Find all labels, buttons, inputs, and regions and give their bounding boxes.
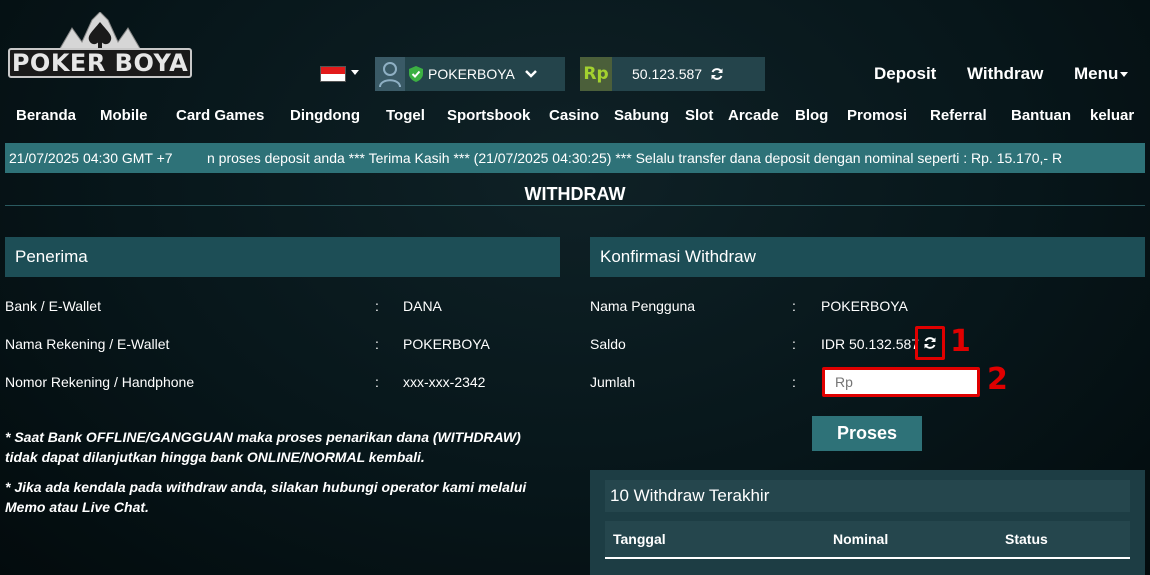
account-name-colon: : [375, 336, 379, 352]
language-dropdown-caret-icon[interactable] [351, 70, 359, 75]
annotation-marker-1: 1 [950, 324, 971, 359]
withdraw-amount-input[interactable] [822, 367, 980, 397]
withdraw-link[interactable]: Withdraw [967, 64, 1043, 84]
menu-label: Menu [1074, 64, 1119, 83]
nav-item-mobile[interactable]: Mobile [100, 107, 148, 124]
nav-item-sportsbook[interactable]: Sportsbook [447, 107, 530, 124]
saldo-colon: : [792, 336, 796, 352]
nav-item-bantuan[interactable]: Bantuan [1011, 107, 1071, 124]
page-title: WITHDRAW [524, 184, 626, 204]
rp-currency-icon: Rp [580, 57, 612, 91]
user-avatar-icon [375, 57, 405, 91]
bank-colon: : [375, 298, 379, 314]
nav-item-dingdong[interactable]: Dingdong [290, 107, 360, 124]
server-time: 21/07/2025 04:30 GMT +7 [9, 150, 173, 166]
username-row-colon: : [792, 298, 796, 314]
nav-item-arcade[interactable]: Arcade [728, 107, 779, 124]
logo-text: POKER BOYA [8, 48, 192, 78]
saldo-label: Saldo [590, 336, 626, 352]
refresh-saldo-button[interactable] [915, 326, 945, 360]
main-navigation: Beranda Mobile Card Games Dingdong Togel… [0, 107, 1150, 127]
username-row-value: POKERBOYA [821, 298, 908, 314]
refresh-icon [924, 337, 936, 349]
account-number-value: xxx-xxx-2342 [403, 374, 486, 390]
nav-item-casino[interactable]: Casino [549, 107, 599, 124]
jumlah-label: Jumlah [590, 374, 636, 390]
language-flag-indonesia[interactable] [320, 66, 346, 82]
annotation-marker-2: 2 [987, 362, 1008, 397]
verified-shield-icon [409, 66, 423, 82]
nav-item-blog[interactable]: Blog [795, 107, 828, 124]
username-label: POKERBOYA [428, 66, 515, 82]
withdraw-history-table-header: Tanggal Nominal Status [605, 521, 1130, 559]
deposit-link[interactable]: Deposit [874, 64, 936, 84]
bank-value: DANA [403, 298, 442, 314]
column-tanggal: Tanggal [613, 531, 666, 547]
account-name-value: POKERBOYA [403, 336, 490, 352]
account-name-label: Nama Rekening / E-Wallet [5, 336, 170, 352]
account-number-label: Nomor Rekening / Handphone [5, 374, 195, 390]
column-status: Status [1005, 531, 1048, 547]
proses-button[interactable]: Proses [812, 416, 922, 451]
title-divider [5, 205, 1145, 206]
username-row-label: Nama Pengguna [590, 298, 696, 314]
nav-item-referral[interactable]: Referral [930, 107, 987, 124]
account-number-colon: : [375, 374, 379, 390]
bank-offline-note: * Saat Bank OFFLINE/GANGGUAN maka proses… [5, 429, 521, 465]
penerima-panel-title: Penerima [5, 237, 560, 277]
column-nominal: Nominal [833, 531, 889, 547]
menu-caret-icon [1120, 72, 1129, 78]
user-account-dropdown[interactable]: POKERBOYA [375, 57, 565, 91]
menu-dropdown[interactable]: Menu [1074, 64, 1129, 84]
balance-amount: 50.123.587 [632, 66, 703, 82]
withdraw-history-panel: 10 Withdraw Terakhir Tanggal Nominal Sta… [590, 470, 1145, 575]
contact-operator-note: * Jika ada kendala pada withdraw anda, s… [5, 479, 527, 515]
withdraw-history-title: 10 Withdraw Terakhir [605, 480, 1130, 512]
announcement-text: n proses deposit anda *** Terima Kasih *… [207, 150, 1063, 166]
bank-label: Bank / E-Wallet [5, 298, 101, 314]
nav-item-sabung[interactable]: Sabung [614, 107, 669, 124]
refresh-balance-icon[interactable] [710, 67, 724, 81]
nav-item-card-games[interactable]: Card Games [176, 107, 264, 124]
saldo-value: IDR 50.132.587 [821, 336, 920, 352]
spade-crown-icon [58, 12, 142, 52]
balance-display: Rp 50.123.587 [580, 57, 765, 91]
konfirmasi-panel-title: Konfirmasi Withdraw [590, 237, 1145, 277]
jumlah-colon: : [792, 374, 796, 390]
nav-item-promosi[interactable]: Promosi [847, 107, 907, 124]
announcement-marquee: 21/07/2025 04:30 GMT +7 n proses deposit… [5, 143, 1145, 173]
poker-boya-logo[interactable]: POKER BOYA [8, 12, 192, 80]
nav-item-togel[interactable]: Togel [386, 107, 425, 124]
nav-item-beranda[interactable]: Beranda [16, 107, 76, 124]
nav-item-keluar[interactable]: keluar [1090, 107, 1134, 124]
nav-item-slot[interactable]: Slot [685, 107, 713, 124]
chevron-down-icon [525, 70, 537, 78]
